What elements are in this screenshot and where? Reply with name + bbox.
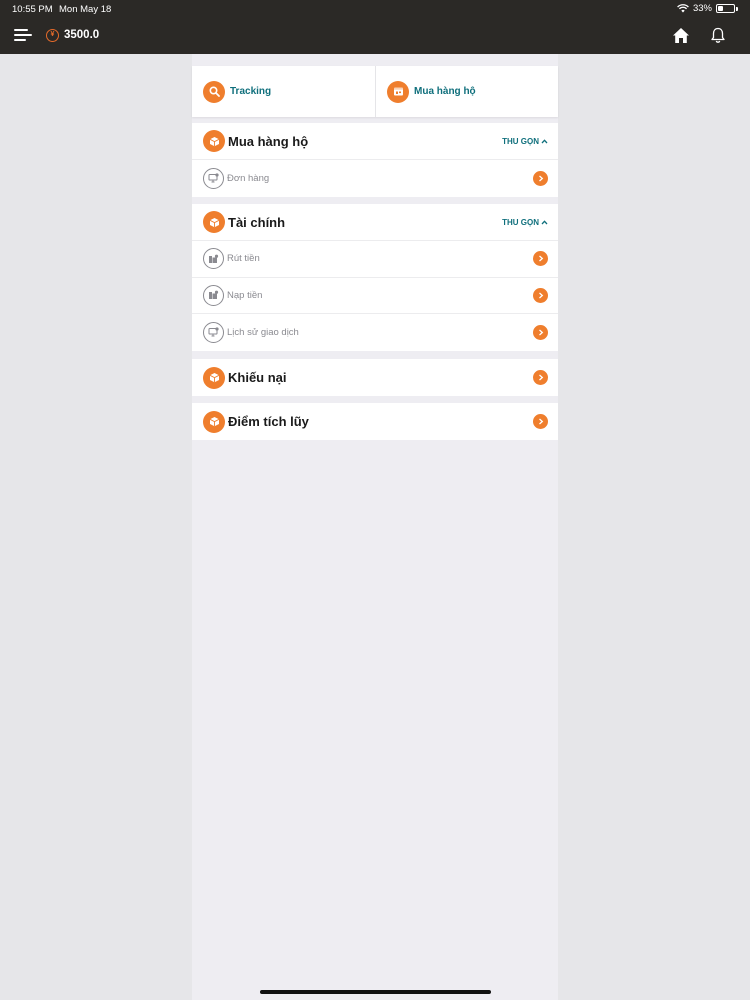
collapse-purchase-button[interactable]: THU GỌN	[502, 137, 548, 146]
section-complaint-title: Khiếu nại	[228, 370, 287, 385]
tracking-label: Tracking	[230, 86, 272, 97]
monitor-icon	[203, 321, 224, 343]
quick-actions: Tracking Mua hàng hộ	[192, 66, 558, 117]
box-icon	[203, 130, 225, 152]
balance-value: 3500.0	[64, 29, 100, 41]
list-item-withdraw[interactable]: Rút tiền	[192, 241, 558, 278]
list-item-transaction-history[interactable]: Lịch sử giao dịch	[192, 314, 558, 351]
chevron-right-icon[interactable]	[533, 287, 548, 303]
coin-icon: ¥	[46, 29, 59, 42]
points-row[interactable]: Điểm tích lũy	[192, 403, 558, 440]
list-item-orders[interactable]: Đơn hàng	[192, 160, 558, 197]
section-finance: Tài chính THU GỌN Rút tiền Nạp tiền Lịch…	[192, 204, 558, 351]
section-complaint[interactable]: Khiếu nại	[192, 359, 558, 396]
section-purchase-header: Mua hàng hộ THU GỌN	[192, 123, 558, 160]
list-item-deposit[interactable]: Nạp tiền	[192, 278, 558, 314]
content-column: Tracking Mua hàng hộ Mua hàng hộ THU GỌN…	[192, 54, 558, 1000]
chevron-right-icon[interactable]	[533, 414, 548, 429]
home-indicator[interactable]	[260, 990, 491, 994]
chevron-up-icon	[541, 138, 548, 143]
status-date: Mon May 18	[59, 4, 112, 15]
buy-for-me-label: Mua hàng hộ	[414, 86, 476, 97]
section-finance-title: Tài chính	[228, 214, 286, 230]
list-item-label: Đơn hàng	[227, 172, 270, 184]
chevron-right-icon[interactable]	[533, 170, 548, 186]
battery-percent: 33%	[692, 3, 712, 14]
app-header: 10:55 PM Mon May 18 33% ¥ 3500.0	[0, 0, 750, 54]
battery-icon	[716, 4, 735, 13]
chevron-right-icon[interactable]	[533, 251, 548, 267]
list-item-label: Lịch sử giao dịch	[227, 326, 299, 338]
box-icon	[203, 366, 225, 389]
wallet-icon	[203, 284, 224, 306]
collapse-label: THU GỌN	[502, 217, 539, 227]
list-item-label: Rút tiền	[227, 253, 260, 265]
section-purchase-title: Mua hàng hộ	[228, 133, 309, 149]
chevron-up-icon	[541, 219, 548, 224]
section-points[interactable]: Điểm tích lũy	[192, 403, 558, 440]
home-icon[interactable]	[672, 27, 690, 44]
store-icon	[387, 80, 409, 103]
menu-icon[interactable]	[14, 29, 32, 43]
chevron-right-icon[interactable]	[533, 324, 548, 340]
status-indicators: 33%	[677, 3, 738, 14]
wallet-icon	[203, 248, 224, 270]
monitor-icon	[203, 167, 224, 189]
search-icon	[203, 80, 225, 103]
tracking-button[interactable]: Tracking	[192, 66, 375, 117]
collapse-label: THU GỌN	[502, 136, 539, 146]
section-purchase: Mua hàng hộ THU GỌN Đơn hàng	[192, 123, 558, 197]
status-time: 10:55 PM	[12, 4, 53, 15]
box-icon	[203, 211, 225, 233]
complaint-row[interactable]: Khiếu nại	[192, 359, 558, 396]
section-finance-header: Tài chính THU GỌN	[192, 204, 558, 241]
buy-for-me-button[interactable]: Mua hàng hộ	[375, 66, 558, 117]
box-icon	[203, 410, 225, 433]
list-item-label: Nạp tiền	[227, 289, 263, 301]
collapse-finance-button[interactable]: THU GỌN	[502, 218, 548, 227]
wifi-icon	[677, 4, 689, 13]
chevron-right-icon[interactable]	[533, 370, 548, 385]
section-points-title: Điểm tích lũy	[228, 414, 309, 429]
bell-icon[interactable]	[710, 27, 726, 44]
